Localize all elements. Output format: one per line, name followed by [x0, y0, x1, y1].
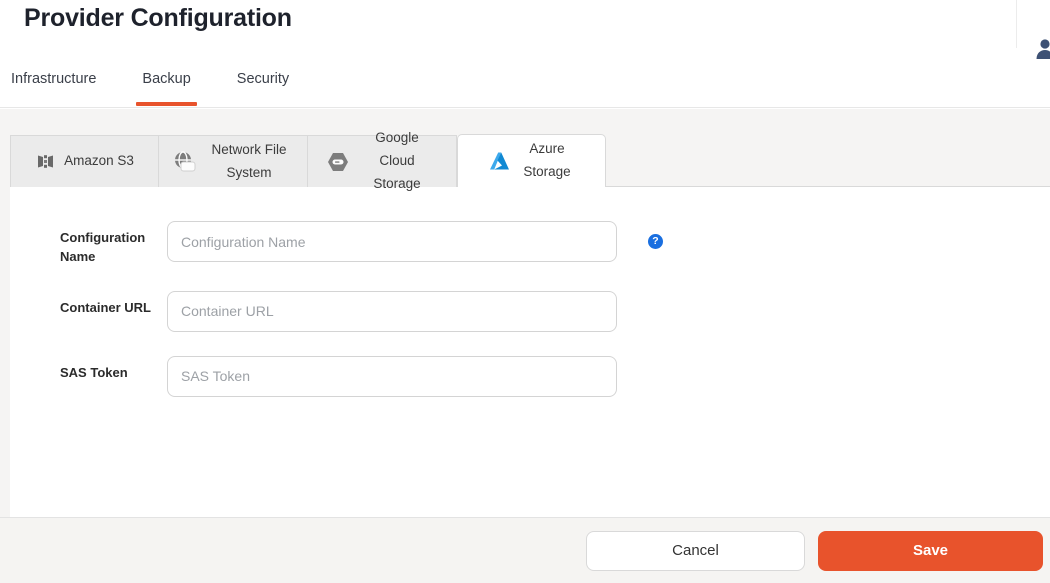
provider-tab-network-file-system[interactable]: Network File System [159, 135, 308, 187]
sas-token-input[interactable] [167, 356, 617, 397]
provider-form-panel: Configuration Name ? Container URL SAS T… [10, 187, 1050, 517]
top-nav: Infrastructure Backup Security [11, 71, 289, 113]
configuration-name-input[interactable] [167, 221, 617, 262]
provider-tab-azure-storage[interactable]: Azure Storage [457, 134, 606, 187]
cancel-button[interactable]: Cancel [586, 531, 805, 571]
form-row-container-url: Container URL [10, 291, 1050, 332]
gcs-hexagon-icon [327, 152, 349, 172]
azure-storage-form: Configuration Name ? Container URL SAS T… [10, 187, 1050, 397]
help-icon[interactable]: ? [648, 234, 663, 249]
form-row-configuration-name: Configuration Name ? [10, 221, 1050, 267]
amazon-s3-icon [35, 151, 56, 172]
provider-tabstrip: Amazon S3 Network File System [10, 134, 1050, 187]
header-divider [1016, 0, 1017, 48]
form-row-sas-token: SAS Token [10, 356, 1050, 397]
provider-tab-google-cloud-storage[interactable]: Google Cloud Storage [308, 135, 457, 187]
save-button[interactable]: Save [818, 531, 1043, 571]
provider-tab-label: Network File System [205, 139, 293, 185]
header: Provider Configuration Infrastructure Ba… [0, 0, 1050, 108]
network-globe-icon [173, 151, 197, 173]
tab-security[interactable]: Security [237, 71, 289, 113]
provider-tab-label: Azure Storage [519, 138, 575, 184]
main-content: Amazon S3 Network File System [0, 109, 1050, 583]
page-title: Provider Configuration [24, 4, 292, 33]
container-url-label: Container URL [60, 291, 167, 318]
configuration-name-label: Configuration Name [60, 221, 167, 267]
user-icon[interactable] [1034, 38, 1050, 60]
provider-tab-label: Google Cloud Storage [357, 127, 437, 196]
tab-backup[interactable]: Backup [142, 71, 190, 113]
container-url-input[interactable] [167, 291, 617, 332]
azure-icon [488, 151, 511, 171]
tab-infrastructure[interactable]: Infrastructure [11, 71, 96, 113]
sas-token-label: SAS Token [60, 356, 167, 383]
footer-actions: Cancel Save [0, 517, 1050, 583]
provider-tab-label: Amazon S3 [64, 150, 134, 173]
provider-tab-amazon-s3[interactable]: Amazon S3 [10, 135, 159, 187]
